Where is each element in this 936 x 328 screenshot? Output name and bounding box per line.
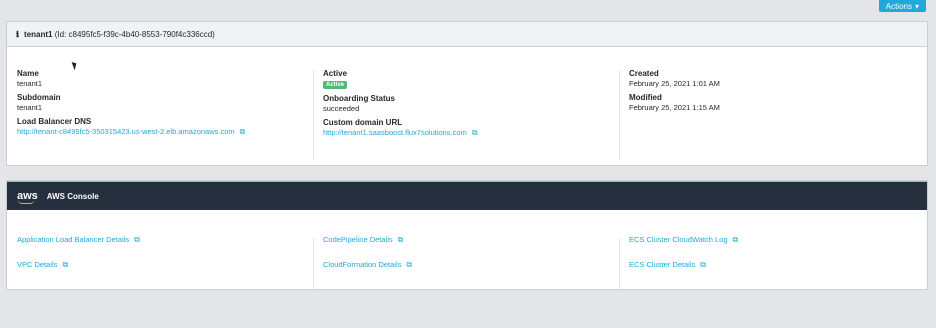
modified-label: Modified (629, 93, 662, 102)
codepipeline-details-link[interactable]: CodePipeline Details ⧉ (323, 235, 619, 245)
external-link-icon: ⧉ (732, 235, 739, 244)
subdomain-value: tenant1 (17, 103, 43, 112)
details-column-2: Active Active Onboarding Status succeede… (313, 67, 619, 160)
active-label: Active (323, 69, 348, 78)
caret-down-icon: ▾ (914, 1, 919, 11)
external-link-icon: ⧉ (134, 235, 140, 244)
onboarding-status-label: Onboarding Status (323, 94, 395, 103)
cloudformation-details-link[interactable]: CloudFormation Details ⧉ (323, 260, 619, 270)
aws-logo: aws (17, 191, 38, 204)
info-icon: ℹ (16, 29, 20, 39)
aws-console-header: aws AWS Console (7, 181, 927, 210)
custom-domain-link[interactable]: http://tenant1.saasboost.flux7solutions.… (323, 128, 467, 137)
console-links-column-2: CodePipeline Details ⧉ CloudFormation Det… (313, 235, 619, 328)
details-column-3: Created February 25, 2021 1:01 AM Modifi… (619, 67, 927, 160)
tenant-name-title: tenant1 (24, 29, 53, 39)
external-link-icon[interactable]: ⧉ (240, 127, 246, 137)
console-links-column-1: Application Load Balancer Details ⧉ VPC D… (7, 235, 313, 273)
ecs-cloudwatch-log-link[interactable]: ECS Cluster CloudWatch Log ⧉ (629, 235, 927, 245)
external-link-icon: ⧉ (406, 260, 413, 269)
load-balancer-dns-label: Load Balancer DNS (17, 117, 92, 126)
details-column-1: Name tenant1 Subdomain tenant1 Load Bala… (7, 67, 313, 138)
active-status-badge: Active (323, 81, 348, 89)
aws-console-links-grid: Application Load Balancer Details ⧉ VPC D… (7, 235, 927, 328)
vpc-details-link[interactable]: VPC Details ⧉ (17, 260, 313, 270)
name-value: tenant1 (17, 79, 43, 88)
tenant-card-header: ℹ tenant1 (Id: c8495fc5-f39c-4b40-8553-7… (7, 22, 927, 47)
tenant-id-text: (Id: c8495fc5-f39c-4b40-8553-790f4c336cc… (54, 29, 215, 39)
actions-label: Actions (885, 1, 912, 11)
created-value: February 25, 2021 1:01 AM (629, 79, 720, 88)
external-link-icon: ⧉ (397, 235, 404, 244)
actions-dropdown-button[interactable]: Actions ▾ (878, 0, 926, 12)
modified-value: February 25, 2021 1:15 AM (629, 103, 720, 112)
load-balancer-dns-link[interactable]: http://tenant-c8495fc5-350315423.us-west… (17, 127, 235, 136)
ecs-cluster-details-link[interactable]: ECS Cluster Details ⧉ (629, 260, 927, 270)
created-label: Created (629, 69, 659, 78)
aws-console-title: AWS Console (46, 191, 99, 201)
external-link-icon: ⧉ (700, 260, 706, 269)
custom-domain-label: Custom domain URL (323, 118, 403, 127)
external-link-icon[interactable]: ⧉ (472, 128, 478, 138)
tenant-details-grid: Name tenant1 Subdomain tenant1 Load Bala… (7, 67, 927, 160)
console-links-column-3: ECS Cluster CloudWatch Log ⧉ ECS Cluster … (619, 235, 927, 328)
external-link-icon: ⧉ (62, 260, 69, 269)
name-label: Name (17, 69, 39, 78)
aws-console-card: aws AWS Console Application Load Balance… (6, 180, 928, 328)
onboarding-status-value: succeeded (323, 104, 360, 113)
alb-details-link[interactable]: Application Load Balancer Details ⧉ (17, 235, 313, 245)
tenant-details-card: ℹ tenant1 (Id: c8495fc5-f39c-4b40-8553-7… (6, 21, 928, 166)
subdomain-label: Subdomain (17, 93, 61, 102)
